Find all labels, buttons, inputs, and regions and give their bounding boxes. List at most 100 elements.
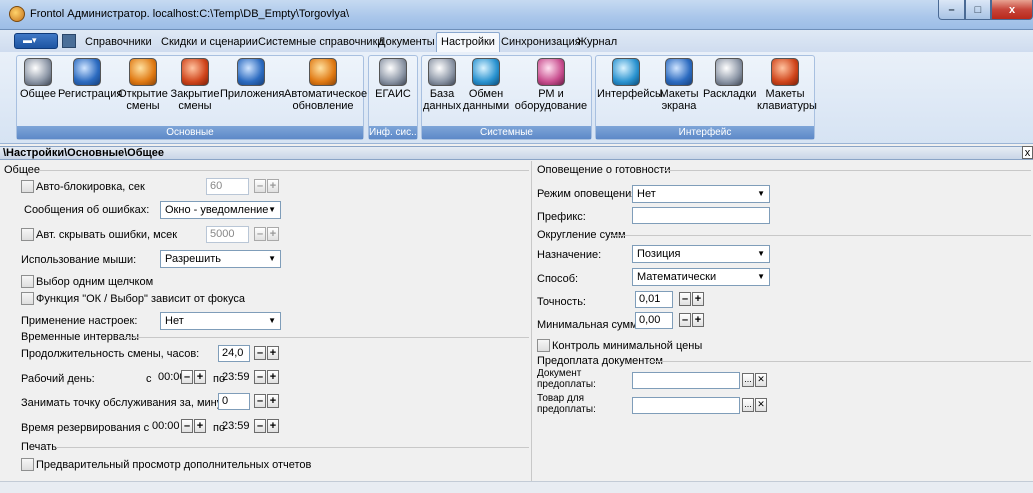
mouse-select[interactable]: Разрешить — [160, 250, 281, 268]
minimize-button[interactable]: – — [938, 0, 965, 20]
occupy-decrement-button[interactable]: – — [254, 394, 266, 408]
shift-duration-label: Продолжительность смены, часов: — [21, 348, 200, 360]
maximize-button[interactable]: □ — [965, 0, 991, 20]
group-title-notify: Оповещение о готовности — [537, 164, 671, 176]
close-page-button[interactable]: x — [1022, 146, 1033, 159]
settings-panel — [0, 161, 1033, 493]
autohide-checkbox[interactable] — [21, 228, 34, 241]
keyboard-templates-icon — [771, 58, 799, 86]
reserve-to-decrement-button[interactable]: – — [254, 419, 266, 433]
prefix-input[interactable] — [632, 207, 770, 224]
shift-increment-button[interactable]: + — [267, 346, 279, 360]
report-preview-checkbox[interactable] — [21, 458, 34, 471]
tab-synchronization[interactable]: Синхронизация — [501, 36, 581, 48]
workday-from-increment-button[interactable]: + — [194, 370, 206, 384]
workday-to-decrement-button[interactable]: – — [254, 370, 266, 384]
open-shift-icon — [129, 58, 157, 86]
ribbon-button-applications[interactable]: Приложения — [220, 58, 284, 100]
workday-from-decrement-button[interactable]: – — [181, 370, 193, 384]
reserve-to-input[interactable]: 23:59 — [218, 418, 252, 435]
ribbon-button-keyboard-templates[interactable]: Макеты клавиатуры — [757, 58, 817, 112]
shift-decrement-button[interactable]: – — [254, 346, 266, 360]
rounding-method-select[interactable]: Математически — [632, 268, 770, 286]
ribbon-button-auto-update[interactable]: Автоматическое обновление — [284, 58, 367, 112]
app-menu-button[interactable] — [14, 33, 58, 49]
close-button[interactable]: x — [991, 0, 1033, 20]
prepay-document-input[interactable] — [632, 372, 740, 389]
occupy-label: Занимать точку обслуживания за, минут: — [21, 397, 231, 409]
ribbon-button-registration[interactable]: Регистрация — [58, 58, 122, 100]
ribbon-button-database[interactable]: База данных — [423, 58, 461, 112]
autolock-increment-button[interactable]: + — [267, 179, 279, 193]
tab-discounts[interactable]: Скидки и сценарии — [161, 36, 258, 48]
min-sum-increment-button[interactable]: + — [692, 313, 704, 327]
autolock-input[interactable]: 60 — [206, 178, 249, 195]
min-price-checkbox[interactable] — [537, 339, 550, 352]
single-click-checkbox[interactable] — [21, 275, 34, 288]
ok-focus-checkbox[interactable] — [21, 292, 34, 305]
min-sum-decrement-button[interactable]: – — [679, 313, 691, 327]
group-title-prepay: Предоплата документом — [537, 355, 663, 367]
occupy-increment-button[interactable]: + — [267, 394, 279, 408]
workday-to-input[interactable]: 23:59 — [218, 369, 252, 386]
tab-documents[interactable]: Документы — [378, 36, 435, 48]
autolock-label: Авто-блокировка, сек — [36, 181, 145, 193]
autohide-decrement-button[interactable]: – — [254, 227, 266, 241]
reserve-from-decrement-button[interactable]: – — [181, 419, 193, 433]
frontol-app-icon[interactable] — [9, 6, 25, 22]
group-title-general: Общее — [4, 164, 41, 176]
min-sum-label: Минимальная сумма: — [537, 319, 647, 331]
prepay-document-lookup-button[interactable]: ... — [742, 373, 754, 387]
notify-mode-select[interactable]: Нет — [632, 185, 770, 203]
shift-duration-input[interactable]: 24,0 — [218, 345, 250, 362]
occupy-input[interactable]: 0 — [218, 393, 250, 410]
ribbon-button-open-shift[interactable]: Открытие смены — [118, 58, 168, 112]
precision-increment-button[interactable]: + — [692, 292, 704, 306]
autohide-input[interactable]: 5000 — [206, 226, 249, 243]
egais-icon — [379, 58, 407, 86]
precision-decrement-button[interactable]: – — [679, 292, 691, 306]
apply-select[interactable]: Нет — [160, 312, 281, 330]
ribbon-button-interfaces[interactable]: Интерфейсы — [597, 58, 663, 100]
auto-update-icon — [309, 58, 337, 86]
min-sum-input[interactable]: 0,00 — [635, 312, 673, 329]
prepay-goods-clear-button[interactable]: ✕ — [755, 398, 767, 412]
workday-from-label: с — [146, 373, 152, 385]
prepay-goods-input[interactable] — [632, 397, 740, 414]
prepay-goods-lookup-button[interactable]: ... — [742, 398, 754, 412]
tab-system-directories[interactable]: Системные справочники — [258, 36, 384, 48]
reserve-from-increment-button[interactable]: + — [194, 419, 206, 433]
ribbon-button-data-exchange[interactable]: Обмен данными — [461, 58, 511, 112]
status-bar — [0, 481, 1033, 493]
autolock-checkbox[interactable] — [21, 180, 34, 193]
notify-mode-label: Режим оповещения: — [537, 188, 641, 200]
prepay-document-clear-button[interactable]: ✕ — [755, 373, 767, 387]
tab-settings[interactable]: Настройки — [436, 32, 500, 53]
workday-label: Рабочий день: — [21, 373, 95, 385]
database-icon — [428, 58, 456, 86]
ribbon-button-screen-layouts[interactable]: Макеты экрана — [657, 58, 701, 112]
tab-directories[interactable]: Справочники — [85, 36, 152, 48]
mouse-label: Использование мыши: — [21, 254, 137, 266]
rounding-purpose-select[interactable]: Позиция — [632, 245, 770, 263]
ribbon-button-keyboard-layouts[interactable]: Раскладки — [703, 58, 756, 100]
ok-focus-label: Функция "ОК / Выбор" зависит от фокуса — [36, 293, 245, 305]
reserve-from-input[interactable]: 00:00 — [148, 418, 182, 435]
ribbon-button-egais[interactable]: ЕГАИС — [370, 58, 416, 100]
single-click-label: Выбор одним щелчком — [36, 276, 154, 288]
ribbon-button-workstation[interactable]: РМ и оборудование — [512, 58, 590, 112]
ribbon-button-close-shift[interactable]: Закрытие смены — [170, 58, 220, 112]
errors-select[interactable]: Окно - уведомление — [160, 201, 281, 219]
general-settings-icon — [24, 58, 52, 86]
autolock-decrement-button[interactable]: – — [254, 179, 266, 193]
registration-icon — [73, 58, 101, 86]
ribbon-button-general[interactable]: Общее — [20, 58, 56, 100]
precision-input[interactable]: 0,01 — [635, 291, 673, 308]
tab-journal[interactable]: Журнал — [577, 36, 617, 48]
save-icon[interactable] — [62, 34, 76, 48]
reserve-to-increment-button[interactable]: + — [267, 419, 279, 433]
autohide-increment-button[interactable]: + — [267, 227, 279, 241]
autohide-label: Авт. скрывать ошибки, мсек — [36, 229, 178, 241]
workday-to-increment-button[interactable]: + — [267, 370, 279, 384]
ribbon-group-label: Инф. сис... — [369, 126, 417, 139]
